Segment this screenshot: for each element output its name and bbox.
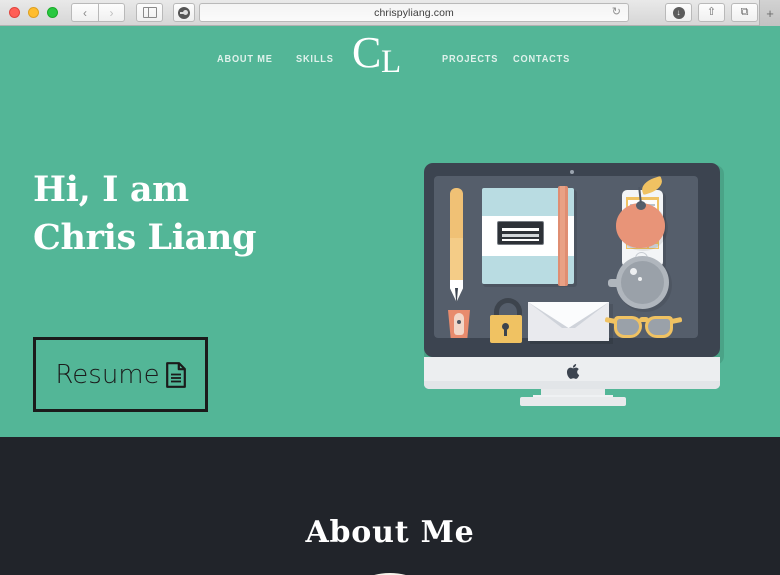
webpage-viewport: ABOUT ME SKILLS PROJECTS CONTACTS C L Hi… xyxy=(0,26,780,575)
tabs-overview-icon: ⧉ xyxy=(740,6,749,18)
zoom-window-button[interactable] xyxy=(47,7,58,18)
reader-view-button[interactable] xyxy=(173,3,195,22)
document-icon xyxy=(165,361,186,388)
nav-item-contacts[interactable]: CONTACTS xyxy=(513,54,570,65)
notebook-label-line xyxy=(502,239,539,241)
browser-toolbar: ‹ › chrispyliang.com ↻ ↓ ⇧ ⧉ + xyxy=(0,0,780,26)
imac-foot xyxy=(520,397,626,406)
notebook-label-line xyxy=(502,234,539,237)
imac-chin-shade xyxy=(424,381,720,389)
reload-icon[interactable]: ↻ xyxy=(612,7,621,18)
eyeglasses-lens-left xyxy=(617,319,639,335)
nav-item-about-me[interactable]: ABOUT ME xyxy=(217,54,273,65)
sidebar-icon xyxy=(142,6,157,19)
pencil-sharpener-blade xyxy=(454,313,464,335)
back-button[interactable]: ‹ xyxy=(71,3,98,22)
page-title: Hi, I am Chris Liang xyxy=(33,166,256,262)
share-icon: ⇧ xyxy=(706,6,717,18)
magnifier-highlight xyxy=(630,268,637,275)
navigation-buttons: ‹ › xyxy=(71,3,125,22)
reader-view-icon xyxy=(178,6,190,19)
padlock-keyhole-slot xyxy=(504,328,507,336)
notebook-elastic-band-highlight xyxy=(560,186,565,286)
close-window-button[interactable] xyxy=(9,7,20,18)
notebook-label xyxy=(497,221,544,245)
chevron-left-icon: ‹ xyxy=(83,5,87,20)
nav-item-projects[interactable]: PROJECTS xyxy=(442,54,498,65)
logo-letter-l: L xyxy=(381,44,402,80)
show-tabs-button[interactable]: ⧉ xyxy=(731,3,758,22)
notebook-label-line xyxy=(502,228,539,231)
webcam-icon xyxy=(570,170,574,174)
about-section: About Me xyxy=(0,437,780,575)
about-section-title: About Me xyxy=(305,515,475,550)
minimize-window-button[interactable] xyxy=(28,7,39,18)
resume-button[interactable]: Resume xyxy=(33,337,208,412)
pencil-sharpener-screw xyxy=(457,320,461,324)
logo-letter-c: C xyxy=(352,28,382,77)
magnifying-glass-icon xyxy=(621,261,664,304)
site-navigation: ABOUT ME SKILLS PROJECTS CONTACTS C L xyxy=(0,26,780,122)
chevron-right-icon: › xyxy=(109,5,114,20)
forward-button[interactable]: › xyxy=(98,3,125,22)
apple-logo-icon xyxy=(566,363,580,380)
site-logo[interactable]: C L xyxy=(352,28,416,91)
url-text: chrispyliang.com xyxy=(374,6,454,19)
imac-screen xyxy=(434,175,698,344)
toolbar-right-buttons: ↓ ⇧ ⧉ xyxy=(665,3,758,22)
window-traffic-lights xyxy=(9,7,58,18)
plus-icon: + xyxy=(766,5,774,21)
new-tab-button[interactable]: + xyxy=(759,0,780,26)
imac-desk-items-illustration xyxy=(418,159,728,414)
downloads-button[interactable]: ↓ xyxy=(665,3,692,22)
hero-line-2: Chris Liang xyxy=(33,217,257,258)
download-icon: ↓ xyxy=(672,6,685,19)
sidebar-toggle-button[interactable] xyxy=(136,3,163,22)
magnifier-highlight xyxy=(638,277,642,281)
hero-section: ABOUT ME SKILLS PROJECTS CONTACTS C L Hi… xyxy=(0,26,780,437)
fountain-pen-barrel xyxy=(450,238,463,282)
url-input[interactable]: chrispyliang.com ↻ xyxy=(199,3,629,22)
resume-button-label: Resume xyxy=(55,359,160,390)
eyeglasses-lens-right xyxy=(648,319,670,335)
hero-line-1: Hi, I am xyxy=(33,169,189,210)
nav-item-skills[interactable]: SKILLS xyxy=(296,54,334,65)
share-button[interactable]: ⇧ xyxy=(698,3,725,22)
address-bar-zone: chrispyliang.com ↻ xyxy=(163,3,665,22)
